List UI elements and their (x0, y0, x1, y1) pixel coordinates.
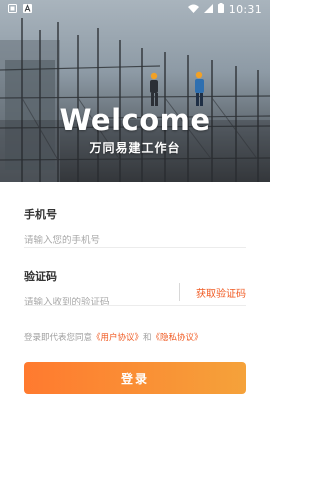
welcome-subtitle: 万同易建工作台 (89, 141, 181, 155)
code-input[interactable] (24, 297, 174, 308)
status-bar: 10:31 (0, 0, 270, 18)
hero-banner: 10:31 Welcome 万同易建工作台 (0, 0, 270, 182)
app-a-icon (23, 3, 32, 16)
agreement-prefix: 登录即代表您同意 (24, 333, 93, 343)
wifi-icon (187, 3, 199, 16)
worker-figure (195, 71, 204, 106)
code-divider (24, 305, 246, 306)
user-agreement-link[interactable]: 《用户协议》 (92, 333, 143, 343)
status-time: 10:31 (228, 2, 262, 16)
notification-box-icon (8, 3, 17, 16)
battery-icon (217, 2, 224, 16)
get-code-button[interactable]: 获取验证码 (196, 285, 246, 300)
agreement-conjunction: 和 (143, 333, 152, 343)
welcome-title: Welcome (59, 103, 211, 137)
worker-figure (150, 72, 158, 106)
signal-icon (203, 3, 213, 16)
phone-divider (24, 247, 246, 248)
code-field-group: 验证码 获取验证码 (24, 268, 246, 310)
code-separator (179, 283, 180, 301)
agreement-text: 登录即代表您同意《用户协议》和《隐私协议》 (24, 331, 246, 343)
login-button[interactable]: 登录 (24, 362, 246, 394)
code-label: 验证码 (24, 270, 57, 283)
phone-input[interactable] (24, 235, 246, 246)
privacy-agreement-link[interactable]: 《隐私协议》 (152, 333, 203, 343)
phone-field-group: 手机号 (24, 206, 246, 248)
phone-label: 手机号 (24, 208, 57, 221)
